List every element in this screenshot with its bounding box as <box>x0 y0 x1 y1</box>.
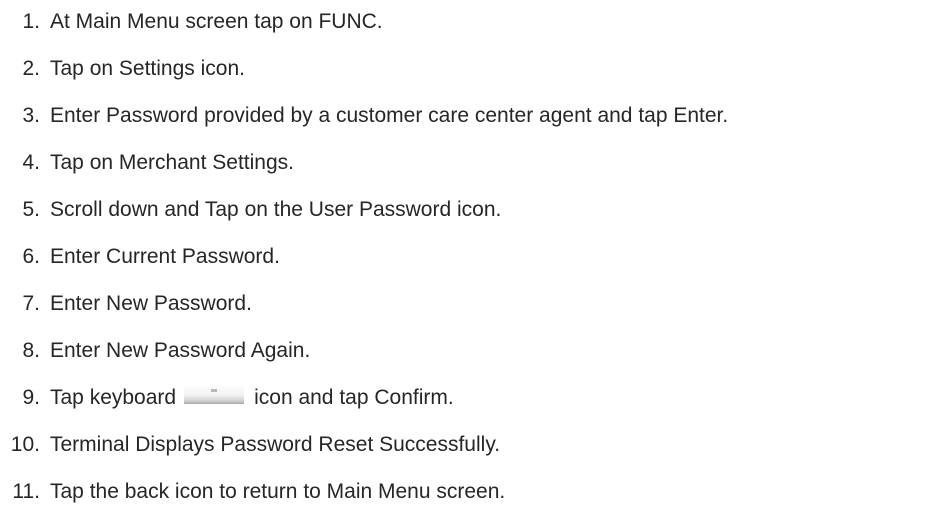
step-5: 5. Scroll down and Tap on the User Passw… <box>0 195 501 225</box>
step-text: Terminal Displays Password Reset Success… <box>50 433 501 456</box>
step-11: 11. Tap the back icon to return to Main … <box>0 477 505 507</box>
step-8: 8. Enter New Password Again. <box>0 336 310 366</box>
step-10: 10. Terminal Displays Password Reset Suc… <box>0 430 500 460</box>
step-2: 2. Tap on Settings icon. <box>0 54 245 84</box>
step-number: 9. <box>22 386 40 409</box>
step-text-after-icon: icon and tap Confirm. <box>254 386 454 409</box>
step-text: Tap on Settings icon. <box>50 57 245 80</box>
step-9: 9. Tap keyboard icon and tap Confirm. <box>0 383 454 413</box>
step-1: 1. At Main Menu screen tap on FUNC. <box>0 7 383 37</box>
step-text-before-icon: Tap keyboard <box>50 386 177 409</box>
step-number: 1. <box>22 10 40 33</box>
step-4: 4. Tap on Merchant Settings. <box>0 148 294 178</box>
step-number: 3. <box>22 104 40 127</box>
step-number: 4. <box>22 151 40 174</box>
step-number: 2. <box>22 57 40 80</box>
instruction-steps-list: 1. At Main Menu screen tap on FUNC. 2. T… <box>0 0 933 517</box>
step-3: 3. Enter Password provided by a customer… <box>0 101 728 131</box>
step-number: 10. <box>10 433 40 456</box>
step-text: Enter Current Password. <box>50 245 280 268</box>
keyboard-hide-icon <box>184 384 245 404</box>
step-number: 8. <box>22 339 40 362</box>
step-text: Enter New Password Again. <box>50 339 311 362</box>
step-text: Tap keyboard icon and tap Confirm. <box>50 383 454 413</box>
step-text: Tap the back icon to return to Main Menu… <box>50 480 506 503</box>
step-text: Tap on Merchant Settings. <box>50 151 294 174</box>
step-number: 11. <box>12 480 40 503</box>
step-text: Enter New Password. <box>50 292 252 315</box>
step-text: Scroll down and Tap on the User Password… <box>50 198 502 221</box>
step-7: 7. Enter New Password. <box>0 289 252 319</box>
step-number: 6. <box>22 245 40 268</box>
step-text: Enter Password provided by a customer ca… <box>50 104 729 127</box>
step-number: 7. <box>22 292 40 315</box>
step-6: 6. Enter Current Password. <box>0 242 280 272</box>
step-text: At Main Menu screen tap on FUNC. <box>50 10 383 33</box>
step-number: 5. <box>22 198 40 221</box>
